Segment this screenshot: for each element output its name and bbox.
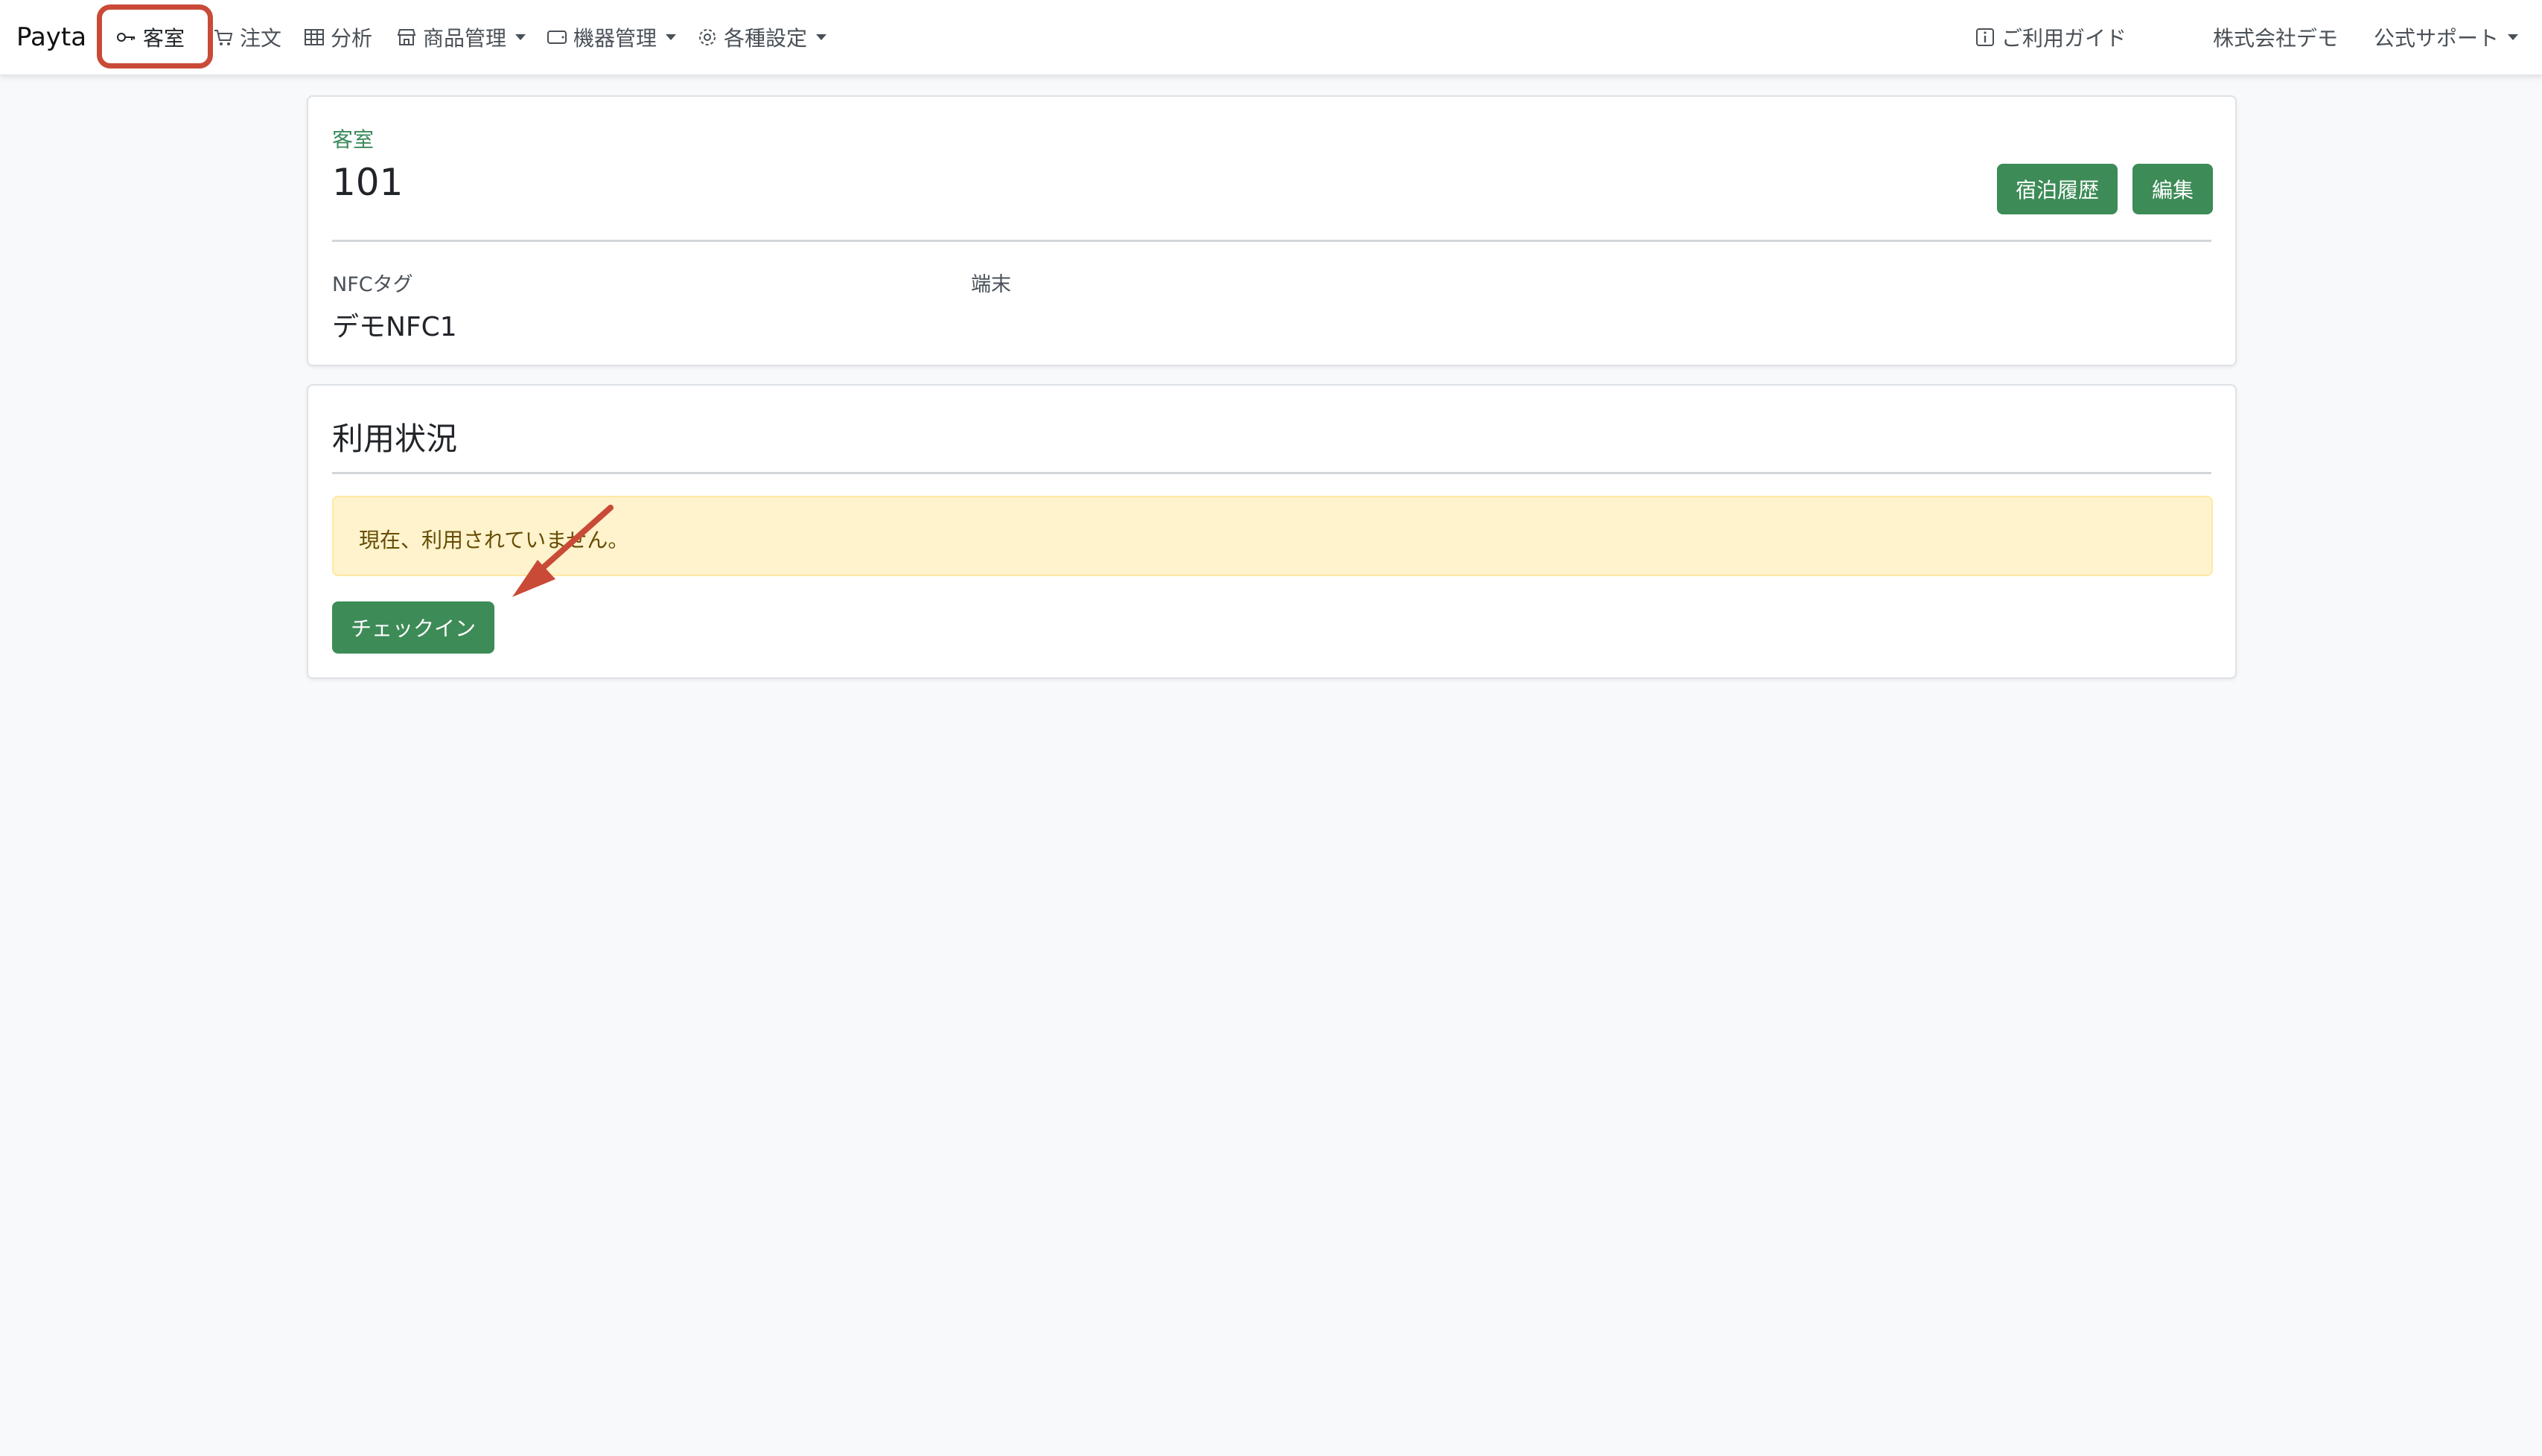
nav-item-label: 商品管理: [423, 26, 507, 51]
company-name: 株式会社デモ: [2213, 19, 2338, 55]
usage-status-card: 利用状況 現在、利用されていません。 チェックイン: [307, 384, 2237, 679]
nav-item-products[interactable]: 商品管理: [396, 19, 526, 55]
nav-item-settings[interactable]: 各種設定: [697, 19, 827, 55]
nfc-tag-value: デモNFC1: [332, 312, 457, 342]
room-caption: 客室: [332, 127, 375, 152]
nav-item-label: 注文: [240, 26, 282, 51]
alert-text: 現在、利用されていません。: [359, 528, 629, 552]
usage-guide-link[interactable]: ご利用ガイド: [1975, 19, 2127, 55]
terminal-label: 端末: [971, 273, 1011, 296]
not-in-use-alert: 現在、利用されていません。: [332, 496, 2213, 576]
nav-item-label: 各種設定: [724, 26, 808, 51]
official-support-menu[interactable]: 公式サポート: [2374, 19, 2519, 55]
tablet-icon: [547, 31, 567, 44]
cart-icon: [214, 30, 233, 45]
room-card: 客室 101 宿泊履歴 編集 NFCタグ デモNFC1 端末: [307, 95, 2237, 366]
top-navbar: Payta 客室 注文 分析 商品管理 機器管理 各種設定 ご利用ガイド 株式会…: [0, 0, 2542, 75]
nav-item-analytics[interactable]: 分析: [304, 19, 372, 55]
stay-history-button[interactable]: 宿泊履歴: [1997, 164, 2118, 214]
edit-button[interactable]: 編集: [2132, 164, 2213, 214]
brand-logo[interactable]: Payta: [16, 18, 86, 57]
nav-item-label: 分析: [331, 26, 373, 51]
gear-icon: [699, 29, 716, 45]
company-name-label: 株式会社デモ: [2213, 26, 2339, 51]
room-number: 101: [332, 161, 404, 204]
annotation-highlight-box: [97, 4, 213, 68]
nav-item-orders[interactable]: 注文: [213, 19, 281, 55]
room-divider: [332, 240, 2211, 242]
nfc-tag-label: NFCタグ: [332, 273, 413, 296]
usage-status-title: 利用状況: [332, 421, 458, 457]
chevron-down-icon: [816, 34, 827, 40]
official-support-label: 公式サポート: [2374, 26, 2500, 51]
nav-item-devices[interactable]: 機器管理: [547, 19, 677, 55]
usage-guide-label: ご利用ガイド: [2001, 26, 2127, 51]
table-icon: [305, 29, 324, 45]
nav-item-label: 機器管理: [573, 26, 657, 51]
chevron-down-icon: [515, 34, 526, 40]
info-icon: [1976, 28, 1994, 46]
checkin-button[interactable]: チェックイン: [332, 601, 494, 654]
status-divider: [332, 472, 2211, 474]
chevron-down-icon: [666, 34, 677, 40]
shop-icon: [397, 29, 416, 45]
chevron-down-icon: [2508, 34, 2519, 40]
